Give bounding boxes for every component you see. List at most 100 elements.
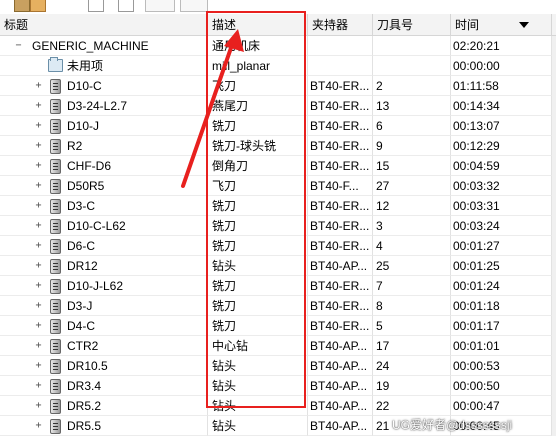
table-row[interactable]: + D3-J 铣刀 BT40-ER... 8 00:01:18 <box>0 296 552 316</box>
expand-icon[interactable]: + <box>34 161 43 171</box>
table-row[interactable]: + D3-24-L2.7 燕尾刀 BT40-ER... 13 00:14:34 <box>0 96 552 116</box>
table-row[interactable]: + D50R5 飞刀 BT40-F... 27 00:03:32 <box>0 176 552 196</box>
table-row[interactable]: − GENERIC_MACHINE 通用机床 02:20:21 <box>0 36 552 56</box>
geometry-view-button[interactable] <box>88 0 104 12</box>
tree-item-label: R2 <box>67 139 83 153</box>
title-cell[interactable]: 未用项 <box>0 56 208 76</box>
tree-item-label: D3-24-L2.7 <box>67 99 128 113</box>
title-cell[interactable]: + D6-C <box>0 236 208 256</box>
expand-icon[interactable]: + <box>34 221 43 231</box>
time-cell: 00:03:32 <box>451 176 552 196</box>
description-cell: 钻头 <box>208 356 308 376</box>
title-cell[interactable]: + D10-J-L62 <box>0 276 208 296</box>
expand-icon[interactable]: + <box>34 381 43 391</box>
header-holder[interactable]: 夹持器 <box>308 14 373 36</box>
description-cell: 铣刀-球头铣 <box>208 136 308 156</box>
title-cell[interactable]: + D10-J <box>0 116 208 136</box>
header-title[interactable]: 标题 <box>0 14 208 36</box>
tool-icon <box>50 399 61 414</box>
tree-item-label: D50R5 <box>67 179 105 193</box>
table-row[interactable]: + D3-C 铣刀 BT40-ER... 12 00:03:31 <box>0 196 552 216</box>
tool-icon <box>50 259 61 274</box>
table-row[interactable]: + DR12 钻头 BT40-AP... 25 00:01:25 <box>0 256 552 276</box>
time-cell: 00:03:31 <box>451 196 552 216</box>
title-cell[interactable]: + DR5.2 <box>0 396 208 416</box>
title-cell[interactable]: + DR3.4 <box>0 376 208 396</box>
tree-item-label: D6-C <box>67 239 96 253</box>
table-row[interactable]: + D6-C 铣刀 BT40-ER... 4 00:01:27 <box>0 236 552 256</box>
expand-icon[interactable]: + <box>34 401 43 411</box>
expand-icon[interactable]: + <box>34 101 43 111</box>
table-row[interactable]: 未用项 mill_planar 00:00:00 <box>0 56 552 76</box>
title-cell[interactable]: + DR10.5 <box>0 356 208 376</box>
table-row[interactable]: + CHF-D6 倒角刀 BT40-ER... 15 00:04:59 <box>0 156 552 176</box>
expand-icon[interactable]: + <box>34 421 43 431</box>
table-row[interactable]: + D4-C 铣刀 BT40-ER... 5 00:01:17 <box>0 316 552 336</box>
tree-item-label: D4-C <box>67 319 96 333</box>
collapse-icon[interactable]: − <box>14 41 23 51</box>
expand-icon[interactable]: + <box>34 141 43 151</box>
table-row[interactable]: + D10-C-L62 铣刀 BT40-ER... 3 00:03:24 <box>0 216 552 236</box>
table-row[interactable]: + CTR2 中心钻 BT40-AP... 17 00:01:01 <box>0 336 552 356</box>
title-cell[interactable]: − GENERIC_MACHINE <box>0 36 208 56</box>
collapse-button[interactable] <box>180 0 208 12</box>
tool-number-cell: 6 <box>373 116 451 136</box>
time-cell: 00:01:24 <box>451 276 552 296</box>
tool-number-cell: 8 <box>373 296 451 316</box>
tool-number-cell: 22 <box>373 396 451 416</box>
time-cell: 00:04:59 <box>451 156 552 176</box>
holder-cell: BT40-ER... <box>308 216 373 236</box>
time-cell: 00:12:29 <box>451 136 552 156</box>
table-row[interactable]: + D10-C 飞刀 BT40-ER... 2 01:11:58 <box>0 76 552 96</box>
expand-icon[interactable]: + <box>34 181 43 191</box>
header-description[interactable]: 描述 <box>208 14 308 36</box>
title-cell[interactable]: + DR5.5 <box>0 416 208 436</box>
title-cell[interactable]: + CTR2 <box>0 336 208 356</box>
expand-icon[interactable]: + <box>34 361 43 371</box>
holder-cell: BT40-AP... <box>308 336 373 356</box>
title-cell[interactable]: + D3-J <box>0 296 208 316</box>
sort-descending-icon[interactable] <box>519 22 529 28</box>
expand-icon[interactable]: + <box>34 241 43 251</box>
machine-view-button[interactable] <box>14 0 30 12</box>
description-cell: 钻头 <box>208 376 308 396</box>
holder-cell: BT40-ER... <box>308 156 373 176</box>
header-tool-number[interactable]: 刀具号 <box>373 14 451 36</box>
holder-cell: BT40-AP... <box>308 256 373 276</box>
title-cell[interactable]: + D3-24-L2.7 <box>0 96 208 116</box>
title-cell[interactable]: + D10-C <box>0 76 208 96</box>
title-cell[interactable]: + D50R5 <box>0 176 208 196</box>
holder-cell: BT40-ER... <box>308 276 373 296</box>
table-row[interactable]: + D10-J 铣刀 BT40-ER... 6 00:13:07 <box>0 116 552 136</box>
expand-icon[interactable]: + <box>34 201 43 211</box>
expand-icon[interactable]: + <box>34 301 43 311</box>
table-row[interactable]: + R2 铣刀-球头铣 BT40-ER... 9 00:12:29 <box>0 136 552 156</box>
time-cell: 00:01:17 <box>451 316 552 336</box>
title-cell[interactable]: + D4-C <box>0 316 208 336</box>
tool-icon <box>50 379 61 394</box>
table-row[interactable]: + DR5.2 钻头 BT40-AP... 22 00:00:47 <box>0 396 552 416</box>
expand-icon[interactable]: + <box>34 341 43 351</box>
title-cell[interactable]: + CHF-D6 <box>0 156 208 176</box>
expand-icon[interactable]: + <box>34 121 43 131</box>
vertical-scrollbar[interactable] <box>552 36 556 436</box>
expand-icon[interactable]: + <box>34 81 43 91</box>
description-cell: 钻头 <box>208 396 308 416</box>
title-cell[interactable]: + DR12 <box>0 256 208 276</box>
title-cell[interactable]: + D10-C-L62 <box>0 216 208 236</box>
table-row[interactable]: + DR10.5 钻头 BT40-AP... 24 00:00:53 <box>0 356 552 376</box>
method-view-button[interactable] <box>118 0 134 12</box>
title-cell[interactable]: + D3-C <box>0 196 208 216</box>
tool-view-button[interactable] <box>30 0 46 12</box>
table-row[interactable]: + DR3.4 钻头 BT40-AP... 19 00:00:50 <box>0 376 552 396</box>
table-row[interactable]: + D10-J-L62 铣刀 BT40-ER... 7 00:01:24 <box>0 276 552 296</box>
expand-icon[interactable]: + <box>34 281 43 291</box>
time-cell: 01:11:58 <box>451 76 552 96</box>
title-cell[interactable]: + R2 <box>0 136 208 156</box>
description-cell: 燕尾刀 <box>208 96 308 116</box>
time-cell: 00:00:47 <box>451 396 552 416</box>
refresh-button[interactable] <box>145 0 175 12</box>
header-time[interactable]: 时间 <box>451 14 552 36</box>
expand-icon[interactable]: + <box>34 321 43 331</box>
expand-icon[interactable]: + <box>34 261 43 271</box>
